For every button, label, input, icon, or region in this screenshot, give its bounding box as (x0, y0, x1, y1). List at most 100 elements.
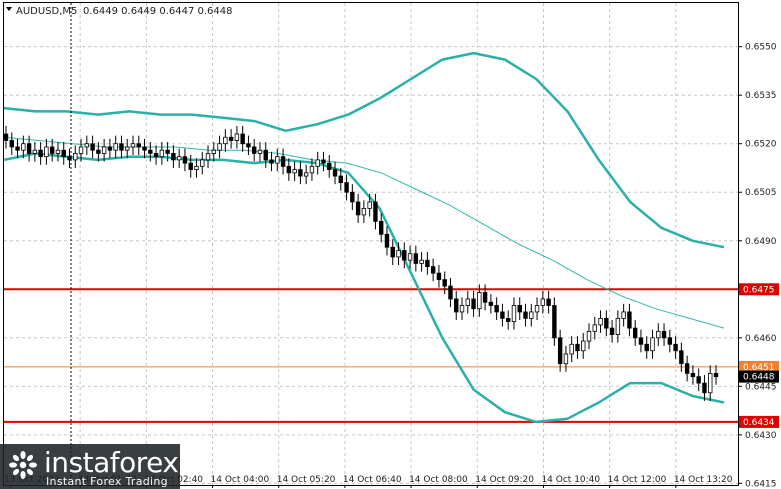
candle-body (321, 159, 326, 164)
candle-body (546, 298, 551, 306)
candle-body (379, 220, 384, 235)
candle-body (275, 156, 280, 164)
candle-body (534, 305, 540, 313)
candle-body (517, 305, 522, 313)
candle-body (667, 337, 673, 345)
y-tick-label: 0.6490 (745, 237, 777, 247)
y-tick-label: 0.6505 (745, 188, 777, 198)
level-tag-label: 0.6475 (743, 285, 775, 295)
candle-body (240, 133, 245, 145)
lower-band-line (3, 152, 725, 424)
x-tick-label: 14 Oct 04:00 (211, 475, 270, 485)
candle-body (182, 156, 188, 164)
candle-body (511, 305, 517, 323)
candle-body (188, 162, 193, 170)
candle-body (344, 182, 349, 193)
candle-body (713, 372, 719, 378)
price-tags: 0.64750.64340.64510.6448 (739, 283, 779, 428)
candle-body (384, 233, 390, 248)
candle-body (113, 143, 118, 151)
candle-body (292, 169, 297, 174)
candle-body (350, 191, 355, 203)
candle-body (592, 324, 597, 332)
candle-body (505, 318, 511, 323)
candle-body (73, 153, 78, 161)
candle-body (119, 143, 124, 151)
y-tick-label: 0.6535 (745, 91, 777, 101)
candle-body (61, 149, 66, 158)
y-tick-label: 0.6415 (745, 479, 777, 489)
y-tick-label: 0.6550 (745, 43, 777, 53)
candle-body (581, 340, 586, 352)
candle-body (586, 330, 592, 342)
candle-body (563, 353, 569, 365)
candle-body (361, 208, 367, 216)
watermark-banner: instaforex Instant Forex Trading (0, 444, 180, 489)
candle-body (708, 372, 713, 394)
candle-body (21, 143, 26, 151)
candle-body (280, 156, 286, 167)
candle-body (644, 343, 649, 352)
candle-body (228, 136, 234, 141)
candle-body (338, 175, 343, 183)
candle-body (552, 305, 557, 339)
candle-body (454, 298, 459, 313)
x-tick-label: 14 Oct 10:40 (541, 475, 600, 485)
candle-body (252, 146, 257, 154)
candle-body (569, 343, 574, 355)
candle-body (604, 318, 609, 329)
candle-body (125, 146, 130, 151)
dropdown-triangle-icon[interactable] (6, 7, 12, 11)
watermark-tagline: Instant Forex Trading (46, 475, 168, 488)
candle-body (609, 327, 615, 335)
instaforex-logo-icon (9, 451, 37, 479)
price-chart[interactable]: 0.6415 0.6430 0.6445 0.6460 0.6475 0.6490 0.65… (0, 0, 781, 489)
symbol-label: AUDUSD,M5 (16, 6, 77, 17)
candle-body (448, 285, 453, 300)
candle-body (638, 337, 644, 345)
symbol-header: AUDUSD,M5 0.6449 0.6449 0.6447 0.6448 (6, 6, 233, 17)
candle-body (44, 146, 49, 158)
candle-body (465, 298, 470, 306)
y-tick-label: 0.6460 (745, 334, 777, 344)
y-tick-label: 0.6430 (745, 431, 777, 441)
candle-body (615, 318, 621, 335)
candle-body (234, 133, 240, 141)
ohlc-values: 0.6449 0.6449 0.6447 0.6448 (83, 6, 233, 17)
candle-body (430, 266, 436, 274)
x-tick-label: 14 Oct 06:40 (343, 475, 402, 485)
candle-body (107, 146, 113, 151)
candle-body (286, 165, 292, 174)
candle-body (303, 172, 309, 177)
candle-body (673, 343, 678, 352)
candle-body (159, 149, 165, 158)
candle-body (194, 165, 199, 170)
candle-body (471, 298, 476, 310)
plot-frame (3, 2, 739, 486)
candle-body (32, 149, 38, 154)
candle-body (390, 246, 395, 258)
candle-body (165, 149, 170, 154)
candle-body (298, 169, 303, 177)
candle-body (684, 363, 690, 374)
candle-body (500, 311, 505, 319)
y-tick-label: 0.6445 (745, 382, 777, 392)
candle-body (223, 136, 228, 145)
candle-body (494, 305, 499, 313)
x-tick-label: 14 Oct 09:20 (475, 475, 534, 485)
candle-body (101, 146, 107, 154)
candle-body (413, 253, 419, 264)
x-tick-label: 14 Oct 12:00 (608, 475, 667, 485)
candle-body (488, 301, 494, 306)
candle-body (396, 250, 401, 258)
candle-body (523, 311, 528, 319)
candle-body (246, 143, 251, 148)
candle-body (269, 159, 274, 164)
candle-body (38, 149, 43, 158)
candle-body (176, 156, 182, 161)
candle-body (26, 143, 32, 154)
candle-body (529, 311, 534, 319)
candle-body (211, 149, 217, 154)
candle-body (702, 382, 707, 394)
candle-body (130, 143, 136, 148)
